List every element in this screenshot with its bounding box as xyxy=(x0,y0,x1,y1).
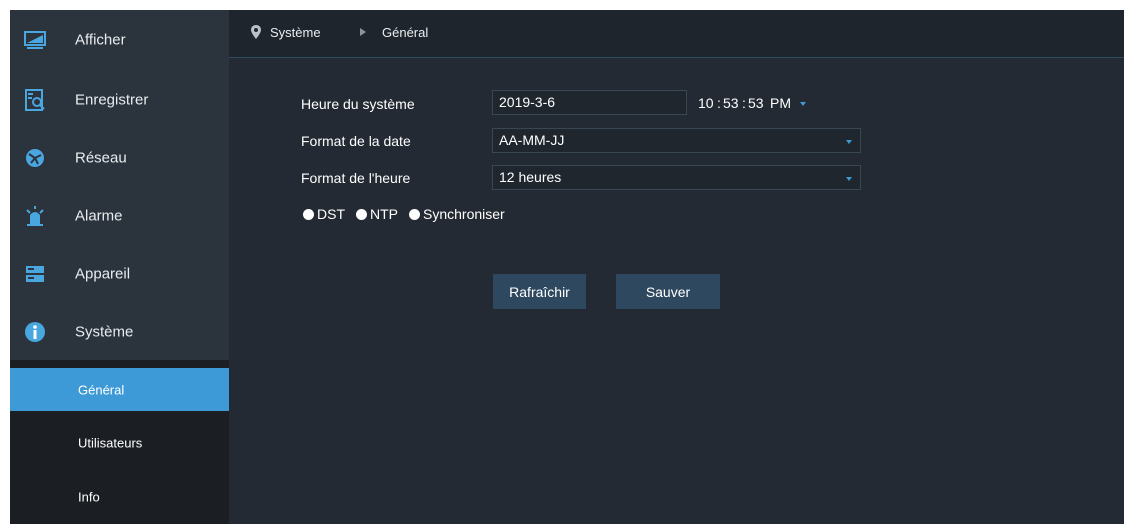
sidebar-subitem-label: Info xyxy=(78,489,100,504)
app-window: Afficher Enregistrer Réseau Alarme Appar… xyxy=(10,10,1124,524)
sidebar-item-label: Système xyxy=(75,323,134,341)
breadcrumb-current: Général xyxy=(382,25,429,40)
system-date-field[interactable]: 2019-3-6 xyxy=(492,90,687,115)
time-format-select[interactable]: 12 heures xyxy=(492,165,861,190)
storage-device-icon xyxy=(26,266,44,282)
sidebar-item-alarme[interactable]: Alarme xyxy=(10,188,229,244)
chevron-down-icon[interactable] xyxy=(800,102,806,106)
chevron-down-icon[interactable] xyxy=(846,140,852,144)
sidebar-item-label: Alarme xyxy=(75,207,123,225)
time-separator: : xyxy=(717,95,721,111)
sidebar-subitem-general[interactable]: Général xyxy=(10,368,229,411)
info-icon xyxy=(25,322,45,342)
sidebar-item-label: Appareil xyxy=(75,265,131,283)
sidebar-item-reseau[interactable]: Réseau xyxy=(10,130,229,186)
record-search-icon xyxy=(25,89,45,111)
network-globe-icon xyxy=(26,149,44,167)
sidebar: Afficher Enregistrer Réseau Alarme Appar… xyxy=(10,10,229,524)
breadcrumb: Système Général xyxy=(229,10,1124,58)
date-format-select[interactable]: AA-MM-JJ xyxy=(492,128,861,153)
time-minutes-field[interactable]: 53 xyxy=(723,95,739,111)
chevron-down-icon[interactable] xyxy=(846,177,852,181)
monitor-icon xyxy=(24,31,46,49)
ampm-select[interactable]: PM xyxy=(770,95,791,111)
time-format-label: Format de l'heure xyxy=(301,170,411,186)
dst-radio[interactable] xyxy=(303,208,314,220)
time-seconds-field[interactable]: 53 xyxy=(748,95,764,111)
ntp-radio[interactable] xyxy=(356,208,367,220)
sidebar-subitem-label: Utilisateurs xyxy=(78,435,143,450)
breadcrumb-root[interactable]: Système xyxy=(270,25,321,40)
sync-options: DST NTP Synchroniser xyxy=(303,206,516,222)
sidebar-item-label: Enregistrer xyxy=(75,91,149,109)
sidebar-subitem-label: Général xyxy=(78,382,125,397)
sidebar-item-label: Afficher xyxy=(75,31,126,49)
ntp-label[interactable]: NTP xyxy=(370,206,398,222)
sidebar-item-afficher[interactable]: Afficher xyxy=(10,12,229,68)
time-hours-field[interactable]: 10 xyxy=(698,95,714,111)
breadcrumb-separator-icon xyxy=(360,28,366,36)
system-time-label: Heure du système xyxy=(301,96,415,112)
sidebar-item-appareil[interactable]: Appareil xyxy=(10,246,229,302)
sidebar-subitem-utilisateurs[interactable]: Utilisateurs xyxy=(10,421,229,464)
sidebar-item-enregistrer[interactable]: Enregistrer xyxy=(10,72,229,128)
system-time-field[interactable]: 10 : 53 : 53 PM xyxy=(698,90,838,115)
sidebar-subitem-info[interactable]: Info xyxy=(10,475,229,518)
sidebar-item-label: Réseau xyxy=(75,149,127,167)
sidebar-submenu: Général Utilisateurs Info xyxy=(10,360,229,524)
sidebar-item-systeme[interactable]: Système xyxy=(10,304,229,360)
refresh-button[interactable]: Rafraîchir xyxy=(493,274,586,309)
save-button[interactable]: Sauver xyxy=(616,274,720,309)
sync-radio[interactable] xyxy=(409,208,420,220)
location-pin-icon xyxy=(251,25,261,39)
dst-label[interactable]: DST xyxy=(317,206,345,222)
alarm-light-icon xyxy=(26,206,44,226)
time-separator: : xyxy=(742,95,746,111)
date-format-label: Format de la date xyxy=(301,133,411,149)
sync-label[interactable]: Synchroniser xyxy=(423,206,505,222)
